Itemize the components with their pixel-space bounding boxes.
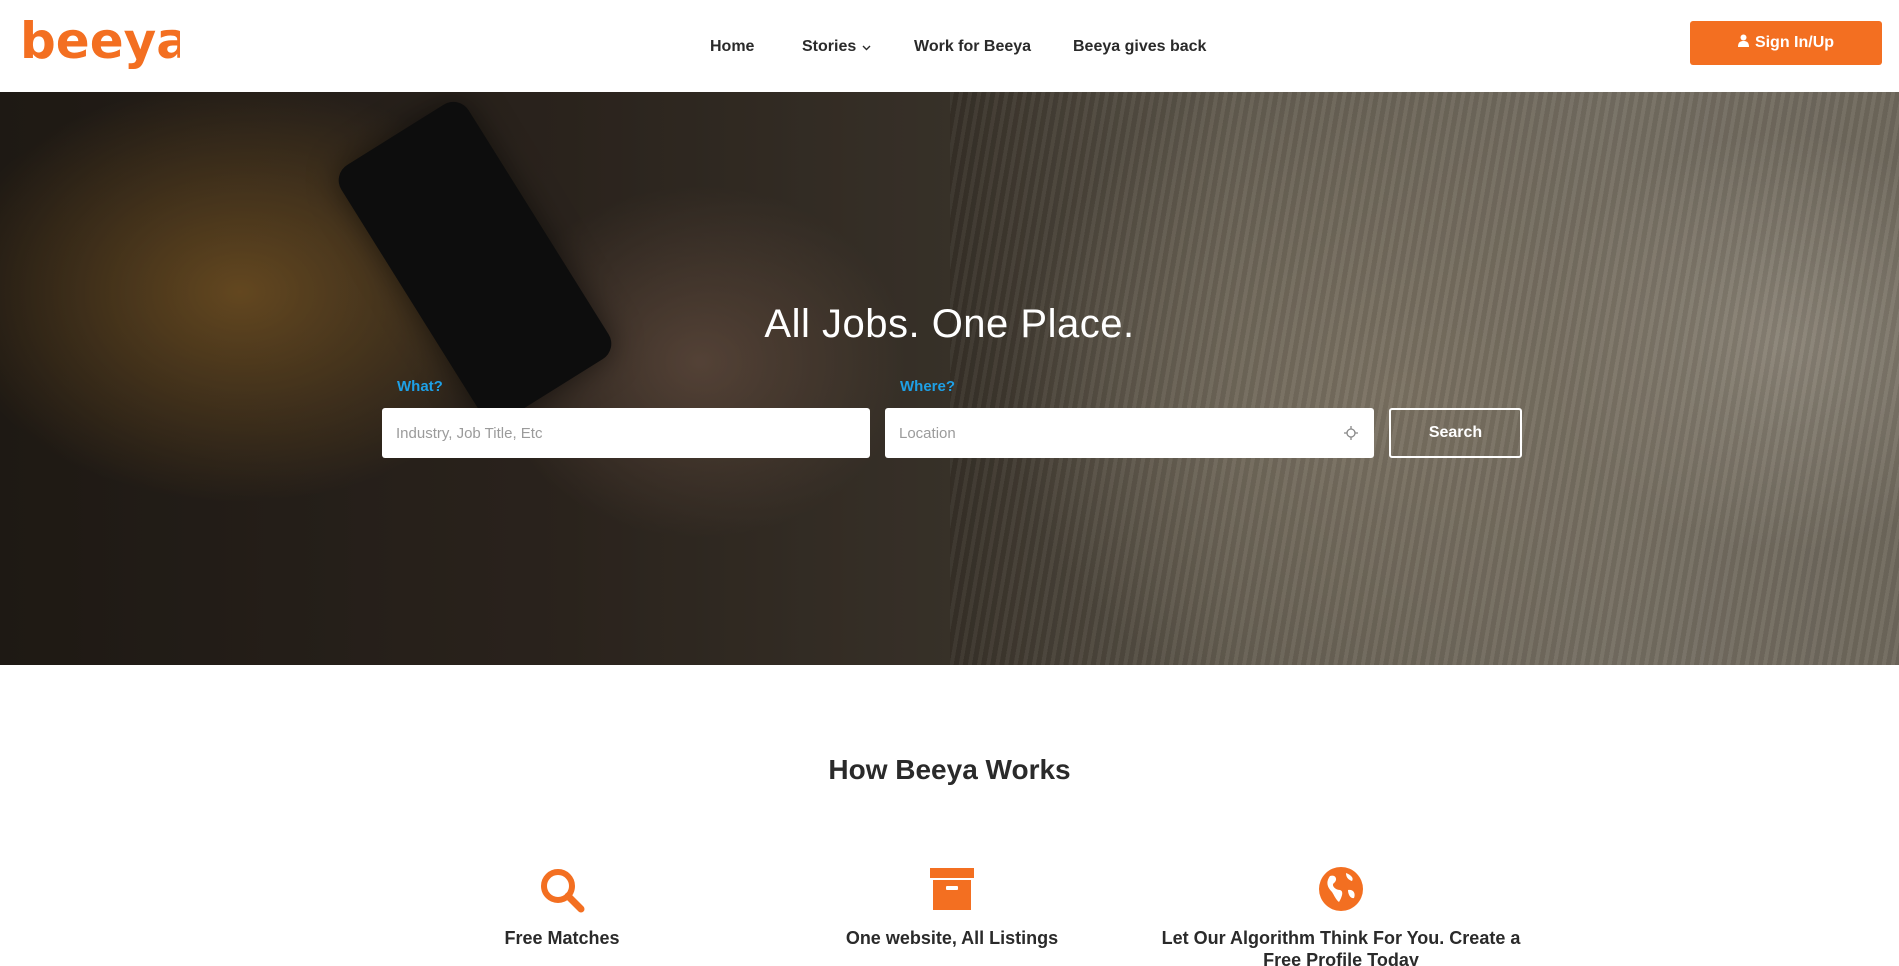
hero-title: All Jobs. One Place. <box>764 302 1135 346</box>
sign-in-up-button[interactable]: Sign In/Up <box>1690 21 1882 65</box>
user-icon <box>1737 34 1749 52</box>
what-input[interactable] <box>382 408 870 458</box>
chevron-down-icon <box>862 38 871 56</box>
feature-algorithm: Let Our Algorithm Think For You. Create … <box>1141 866 1541 966</box>
feature-title: One website, All Listings <box>845 928 1059 948</box>
sign-in-up-label: Sign In/Up <box>1754 34 1835 51</box>
main-nav: Home Stories Work for Beeya Beeya gives … <box>0 0 1899 92</box>
search-icon <box>362 866 762 914</box>
where-input[interactable] <box>885 408 1374 458</box>
feature-title: Let Our Algorithm Think For You. Create … <box>1161 928 1521 966</box>
nav-stories-label: Stories <box>802 38 857 56</box>
feature-title: Free Matches <box>504 928 620 948</box>
where-label: Where? <box>900 378 956 395</box>
nav-home[interactable]: Home <box>710 38 754 56</box>
globe-icon <box>1141 866 1541 914</box>
nav-work-for-beeya[interactable]: Work for Beeya <box>914 38 1031 56</box>
locate-icon[interactable] <box>1343 425 1359 441</box>
nav-stories[interactable]: Stories <box>802 38 871 56</box>
hero-banner: All Jobs. One Place. What? Where? Search <box>0 92 1899 665</box>
nav-beeya-gives-back[interactable]: Beeya gives back <box>1073 38 1206 56</box>
feature-free-matches: Free Matches <box>362 866 762 950</box>
feature-all-listings: One website, All Listings <box>752 866 1152 950</box>
what-label: What? <box>397 378 443 395</box>
how-it-works-title: How Beeya Works <box>828 754 1071 785</box>
search-button[interactable]: Search <box>1389 408 1522 458</box>
site-header: beeya Home Stories Work for Beeya Beeya … <box>0 0 1899 92</box>
archive-box-icon <box>752 866 1152 914</box>
